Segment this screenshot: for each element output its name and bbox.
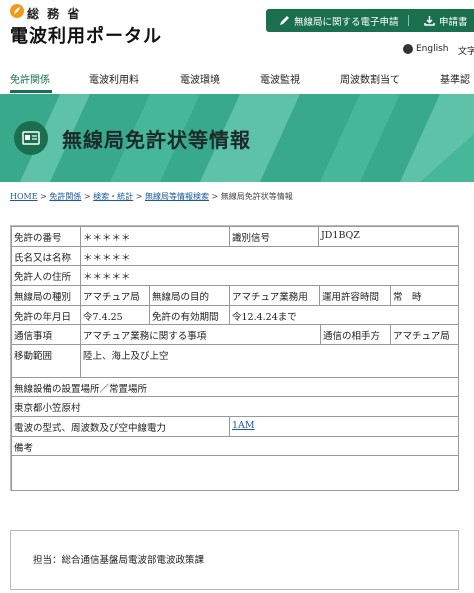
e-application-label: 無線局に関する電子申請 — [294, 16, 399, 28]
emission-link[interactable]: 1AM — [232, 420, 255, 431]
nav-item-environment[interactable]: 電波環境 — [180, 71, 220, 86]
language-label: English — [416, 44, 449, 54]
emission-cell: 1AM — [229, 416, 459, 437]
comm-matters-label: 通信事項 — [11, 324, 81, 345]
breadcrumb-license[interactable]: 免許関係 — [49, 192, 81, 201]
comm-matters-value: アマチュア業務に関する事項 — [80, 324, 321, 345]
pen-icon — [280, 16, 289, 25]
breadcrumb-station-search[interactable]: 無線局等情報検索 — [145, 192, 209, 201]
breadcrumb-separator: > — [135, 192, 143, 201]
license-date-value: 令7.4.25 — [80, 305, 150, 325]
comm-partner-label: 通信の相手方 — [320, 324, 391, 345]
breadcrumb-search-stats[interactable]: 検索・統計 — [93, 192, 133, 201]
location-label: 無線設備の設置場所／常置場所 — [11, 377, 459, 397]
operation-hours-label: 運用許容時間 — [319, 285, 391, 306]
validity-value: 令12.4.24まで — [229, 305, 459, 325]
callsign-value: JD1BQZ — [318, 226, 459, 247]
download-icon — [424, 16, 435, 26]
remarks-label: 備考 — [11, 436, 459, 456]
breadcrumb-current: 無線局免許状等情報 — [220, 192, 293, 201]
mobile-range-label: 移動範囲 — [11, 344, 81, 378]
contact-text: 担当：総合通信基盤局電波部電波政策課 — [33, 555, 205, 566]
globe-icon — [403, 44, 413, 54]
application-docs-link[interactable]: 申請書 — [424, 9, 468, 32]
nav-item-usage-fee[interactable]: 電波利用料 — [89, 71, 139, 86]
location-value: 東京都小笠原村 — [11, 396, 459, 417]
mobile-range-value: 陸上、海上及び上空 — [80, 344, 459, 378]
top-utility-bar: 無線局に関する電子申請 申請書 — [266, 9, 474, 32]
comm-partner-value: アマチュア局 — [390, 324, 459, 345]
nav-item-license[interactable]: 免許関係 — [10, 71, 50, 86]
callsign-label: 識別信号 — [229, 226, 319, 247]
name-value: ＊＊＊＊＊ — [80, 246, 459, 266]
portal-title[interactable]: 電波利用ポータル — [10, 22, 162, 48]
address-value: ＊＊＊＊＊ — [80, 265, 459, 286]
topbar-divider — [408, 15, 409, 26]
page-banner: 無線局免許状等情報 — [0, 94, 474, 182]
ministry-logo-icon — [10, 4, 24, 18]
nav-item-monitoring[interactable]: 電波監視 — [260, 71, 300, 86]
name-label: 氏名又は名称 — [11, 246, 81, 266]
font-size-control[interactable]: 文字 — [458, 44, 474, 57]
station-type-value: アマチュア局 — [80, 285, 150, 306]
nav-active-indicator — [10, 90, 52, 93]
ministry-name: 総 務 省 — [27, 7, 82, 21]
language-switch[interactable]: English — [403, 44, 449, 54]
page-title: 無線局免許状等情報 — [62, 128, 251, 152]
operation-hours-value: 常 時 — [390, 285, 459, 306]
purpose-value: アマチュア業務用 — [229, 285, 320, 306]
breadcrumb-separator: > — [211, 192, 219, 201]
breadcrumb-separator: > — [40, 192, 47, 201]
address-label: 免許人の住所 — [11, 265, 81, 286]
site-header: 総 務 省 電波利用ポータル 無線局に関する電子申請 申請書 English 文… — [0, 0, 474, 66]
license-card-icon — [14, 121, 48, 155]
license-date-label: 免許の年月日 — [11, 305, 81, 325]
contact-box: 担当：総合通信基盤局電波部電波政策課 — [10, 530, 459, 590]
nav-item-standards[interactable]: 基準認 — [440, 71, 470, 86]
application-docs-label: 申請書 — [439, 16, 468, 28]
remarks-value — [11, 455, 459, 491]
main-nav: 免許関係 電波利用料 電波環境 電波監視 周波数割当て 基準認 — [0, 66, 474, 94]
emission-label: 電波の型式、周波数及び空中線電力 — [11, 416, 230, 437]
breadcrumb: HOME > 免許関係 > 検索・統計 > 無線局等情報検索 > 無線局免許状等… — [10, 191, 293, 202]
station-type-label: 無線局の種別 — [11, 285, 81, 306]
breadcrumb-separator: > — [83, 192, 91, 201]
license-number-value: ＊＊＊＊＊ — [80, 226, 230, 247]
e-application-link[interactable]: 無線局に関する電子申請 — [279, 9, 399, 32]
validity-label: 免許の有効期間 — [149, 305, 230, 325]
nav-item-frequency[interactable]: 周波数割当て — [340, 71, 400, 86]
purpose-label: 無線局の目的 — [149, 285, 230, 306]
breadcrumb-home[interactable]: HOME — [10, 192, 38, 201]
license-number-label: 免許の番号 — [11, 226, 81, 247]
license-info-card: 免許の番号 ＊＊＊＊＊ 識別信号 JD1BQZ 氏名又は名称 ＊＊＊＊＊ 免許人… — [10, 225, 459, 491]
